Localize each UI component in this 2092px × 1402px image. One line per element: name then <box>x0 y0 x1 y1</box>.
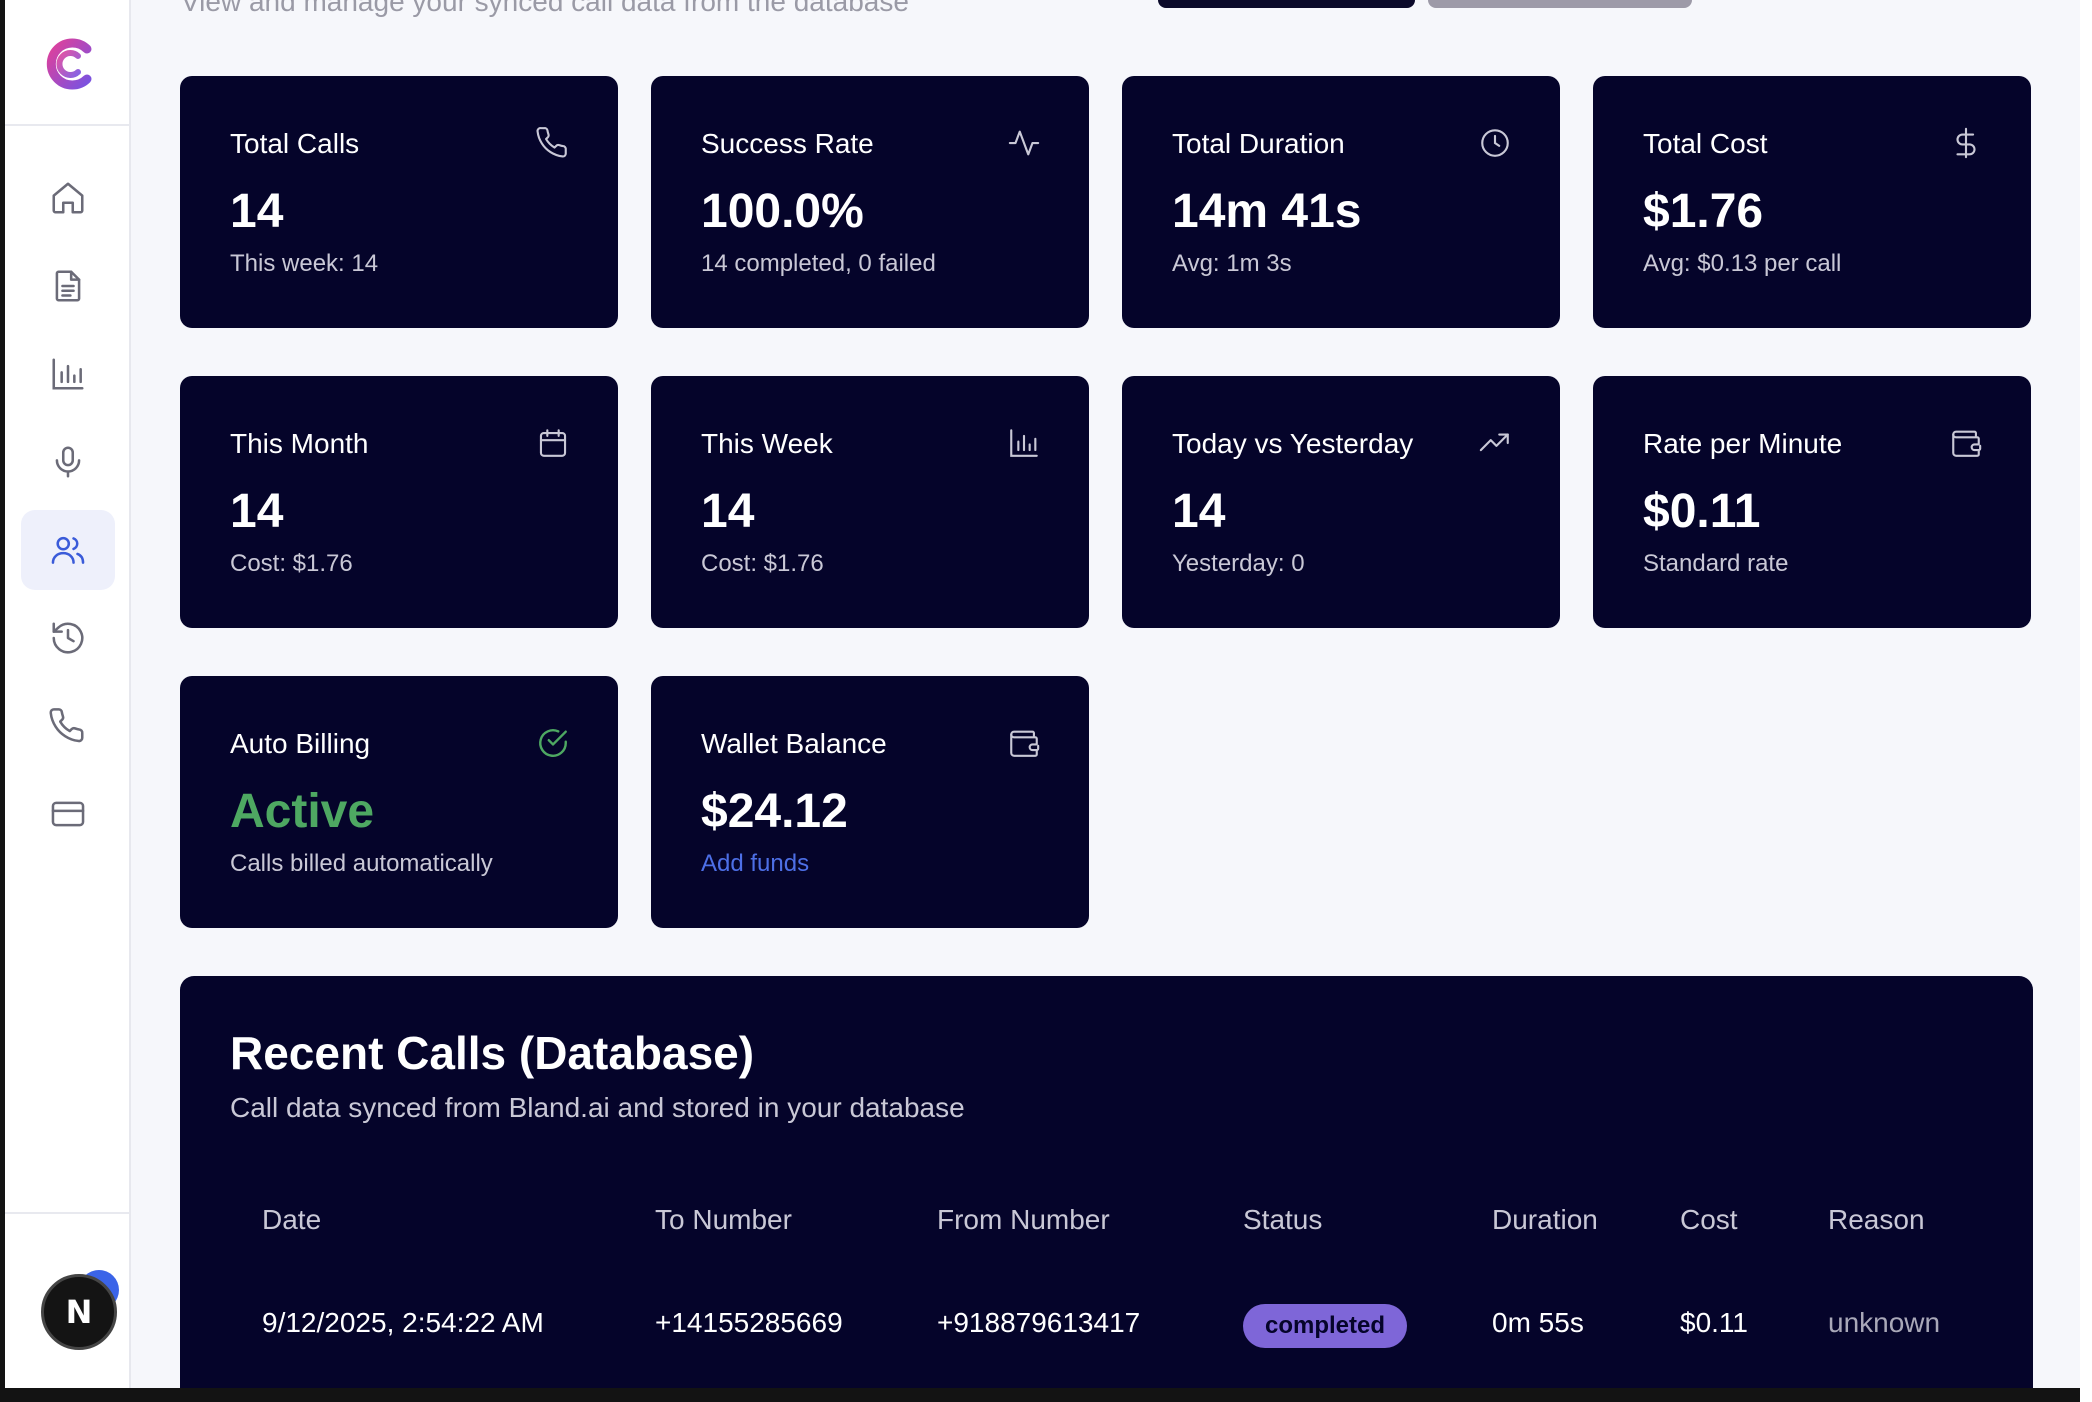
sidebar-divider <box>5 124 129 126</box>
column-header-to-number[interactable]: To Number <box>655 1204 792 1236</box>
stat-card-today-vs-yesterday: Today vs Yesterday 14 Yesterday: 0 <box>1122 376 1560 628</box>
home-icon <box>52 182 84 214</box>
column-header-duration[interactable]: Duration <box>1492 1204 1598 1236</box>
card-subtext: This week: 14 <box>230 250 379 277</box>
card-value: 14 <box>230 485 284 538</box>
card-subtext: Standard rate <box>1643 550 1789 577</box>
activity-icon <box>1008 130 1040 156</box>
column-header-reason[interactable]: Reason <box>1828 1204 1925 1236</box>
bar-chart-icon <box>52 358 84 390</box>
sidebar-item-documents[interactable] <box>21 246 115 326</box>
page-subtitle: View and manage your synced call data fr… <box>181 0 909 17</box>
card-value: $24.12 <box>701 785 848 838</box>
card-title: Total Cost <box>1643 128 1768 159</box>
header-secondary-button[interactable] <box>1428 0 1692 8</box>
stat-card-total-cost: Total Cost $1.76 Avg: $0.13 per call <box>1593 76 2031 328</box>
stat-card-wallet-balance: Wallet Balance $24.12 Add funds <box>651 676 1089 928</box>
history-icon <box>52 622 84 654</box>
stat-card-total-duration: Total Duration 14m 41s Avg: 1m 3s <box>1122 76 1560 328</box>
card-title: Success Rate <box>701 128 874 159</box>
card-title: Rate per Minute <box>1643 428 1843 459</box>
card-title: This Month <box>230 428 369 459</box>
clock-icon <box>1481 129 1509 157</box>
column-header-date[interactable]: Date <box>262 1204 321 1236</box>
cell-reason: unknown <box>1828 1307 1941 1338</box>
card-subtext: Avg: 1m 3s <box>1172 250 1292 277</box>
cell-cost: $0.11 <box>1680 1307 1748 1338</box>
sidebar-item-analytics[interactable] <box>21 334 115 414</box>
app-logo[interactable] <box>41 34 101 94</box>
sidebar-item-billing[interactable] <box>21 774 115 854</box>
card-subtext: 14 completed, 0 failed <box>701 250 936 277</box>
calendar-icon <box>539 429 567 457</box>
card-value: 14 <box>701 485 755 538</box>
card-value: 14m 41s <box>1172 185 1362 238</box>
card-value: 100.0% <box>701 185 864 238</box>
bar-chart-icon <box>1010 429 1038 457</box>
cell-duration: 0m 55s <box>1492 1307 1584 1338</box>
trending-up-icon <box>1479 433 1509 452</box>
card-title: This Week <box>701 428 833 459</box>
add-funds-link[interactable]: Add funds <box>701 850 809 878</box>
card-subtext: Calls billed automatically <box>230 850 493 877</box>
users-icon <box>51 536 85 564</box>
phone-icon <box>49 708 84 743</box>
stat-card-success-rate: Success Rate 100.0% 14 completed, 0 fail… <box>651 76 1089 328</box>
phone-icon <box>536 127 567 158</box>
section-title: Recent Calls (Database) <box>230 1027 755 1079</box>
recent-calls-panel: Recent Calls (Database) Call data synced… <box>180 976 2033 1388</box>
card-title: Today vs Yesterday <box>1172 428 1414 459</box>
stat-card-auto-billing: Auto Billing Active Calls billed automat… <box>180 676 618 928</box>
status-badge: completed <box>1243 1304 1408 1348</box>
card-value: $0.11 <box>1643 485 1761 538</box>
sidebar-item-history[interactable] <box>21 598 115 678</box>
section-subtitle: Call data synced from Bland.ai and store… <box>230 1092 965 1123</box>
auto-billing-status: Active <box>230 785 375 838</box>
card-subtext: Cost: $1.76 <box>230 550 353 577</box>
column-header-status[interactable]: Status <box>1243 1204 1322 1236</box>
card-subtext: Avg: $0.13 per call <box>1643 250 1842 277</box>
stat-card-this-month: This Month 14 Cost: $1.76 <box>180 376 618 628</box>
card-title: Wallet Balance <box>701 728 887 759</box>
card-title: Auto Billing <box>230 728 371 759</box>
card-value: 14 <box>1172 485 1226 538</box>
card-subtext: Yesterday: 0 <box>1172 550 1305 577</box>
app-window: N View and manage your synced call data … <box>5 0 2080 1388</box>
sidebar-item-calls[interactable] <box>21 686 115 766</box>
card-title: Total Calls <box>230 128 360 159</box>
wallet-icon <box>1010 730 1040 757</box>
sidebar-item-users[interactable] <box>21 510 115 590</box>
user-avatar-wrap[interactable]: N <box>41 1266 131 1356</box>
credit-card-icon <box>51 801 85 827</box>
cell-to-number: +14155285669 <box>655 1307 843 1338</box>
stat-card-total-calls: Total Calls 14 This week: 14 <box>180 76 618 328</box>
sidebar-item-home[interactable] <box>21 158 115 238</box>
avatar[interactable]: N <box>41 1274 117 1350</box>
microphone-icon <box>55 446 81 478</box>
dollar-icon <box>1956 127 1976 159</box>
column-header-cost[interactable]: Cost <box>1680 1204 1738 1236</box>
sidebar: N <box>5 0 131 1388</box>
sidebar-item-voice[interactable] <box>21 422 115 502</box>
card-value: 14 <box>230 185 284 238</box>
header-primary-button[interactable] <box>1158 0 1415 8</box>
sidebar-divider <box>5 1212 129 1214</box>
column-header-from-number[interactable]: From Number <box>937 1204 1110 1236</box>
cell-date: 9/12/2025, 2:54:22 AM <box>262 1307 544 1338</box>
cell-from-number: +918879613417 <box>937 1307 1141 1338</box>
window-edge <box>2080 0 2092 1402</box>
card-value: $1.76 <box>1643 185 1764 238</box>
check-circle-icon <box>539 729 567 757</box>
document-icon <box>55 270 81 302</box>
stat-card-rate-per-minute: Rate per Minute $0.11 Standard rate <box>1593 376 2031 628</box>
wallet-icon <box>1952 430 1982 457</box>
card-subtext: Cost: $1.76 <box>701 550 824 577</box>
card-title: Total Duration <box>1172 128 1345 159</box>
stat-card-this-week: This Week 14 Cost: $1.76 <box>651 376 1089 628</box>
